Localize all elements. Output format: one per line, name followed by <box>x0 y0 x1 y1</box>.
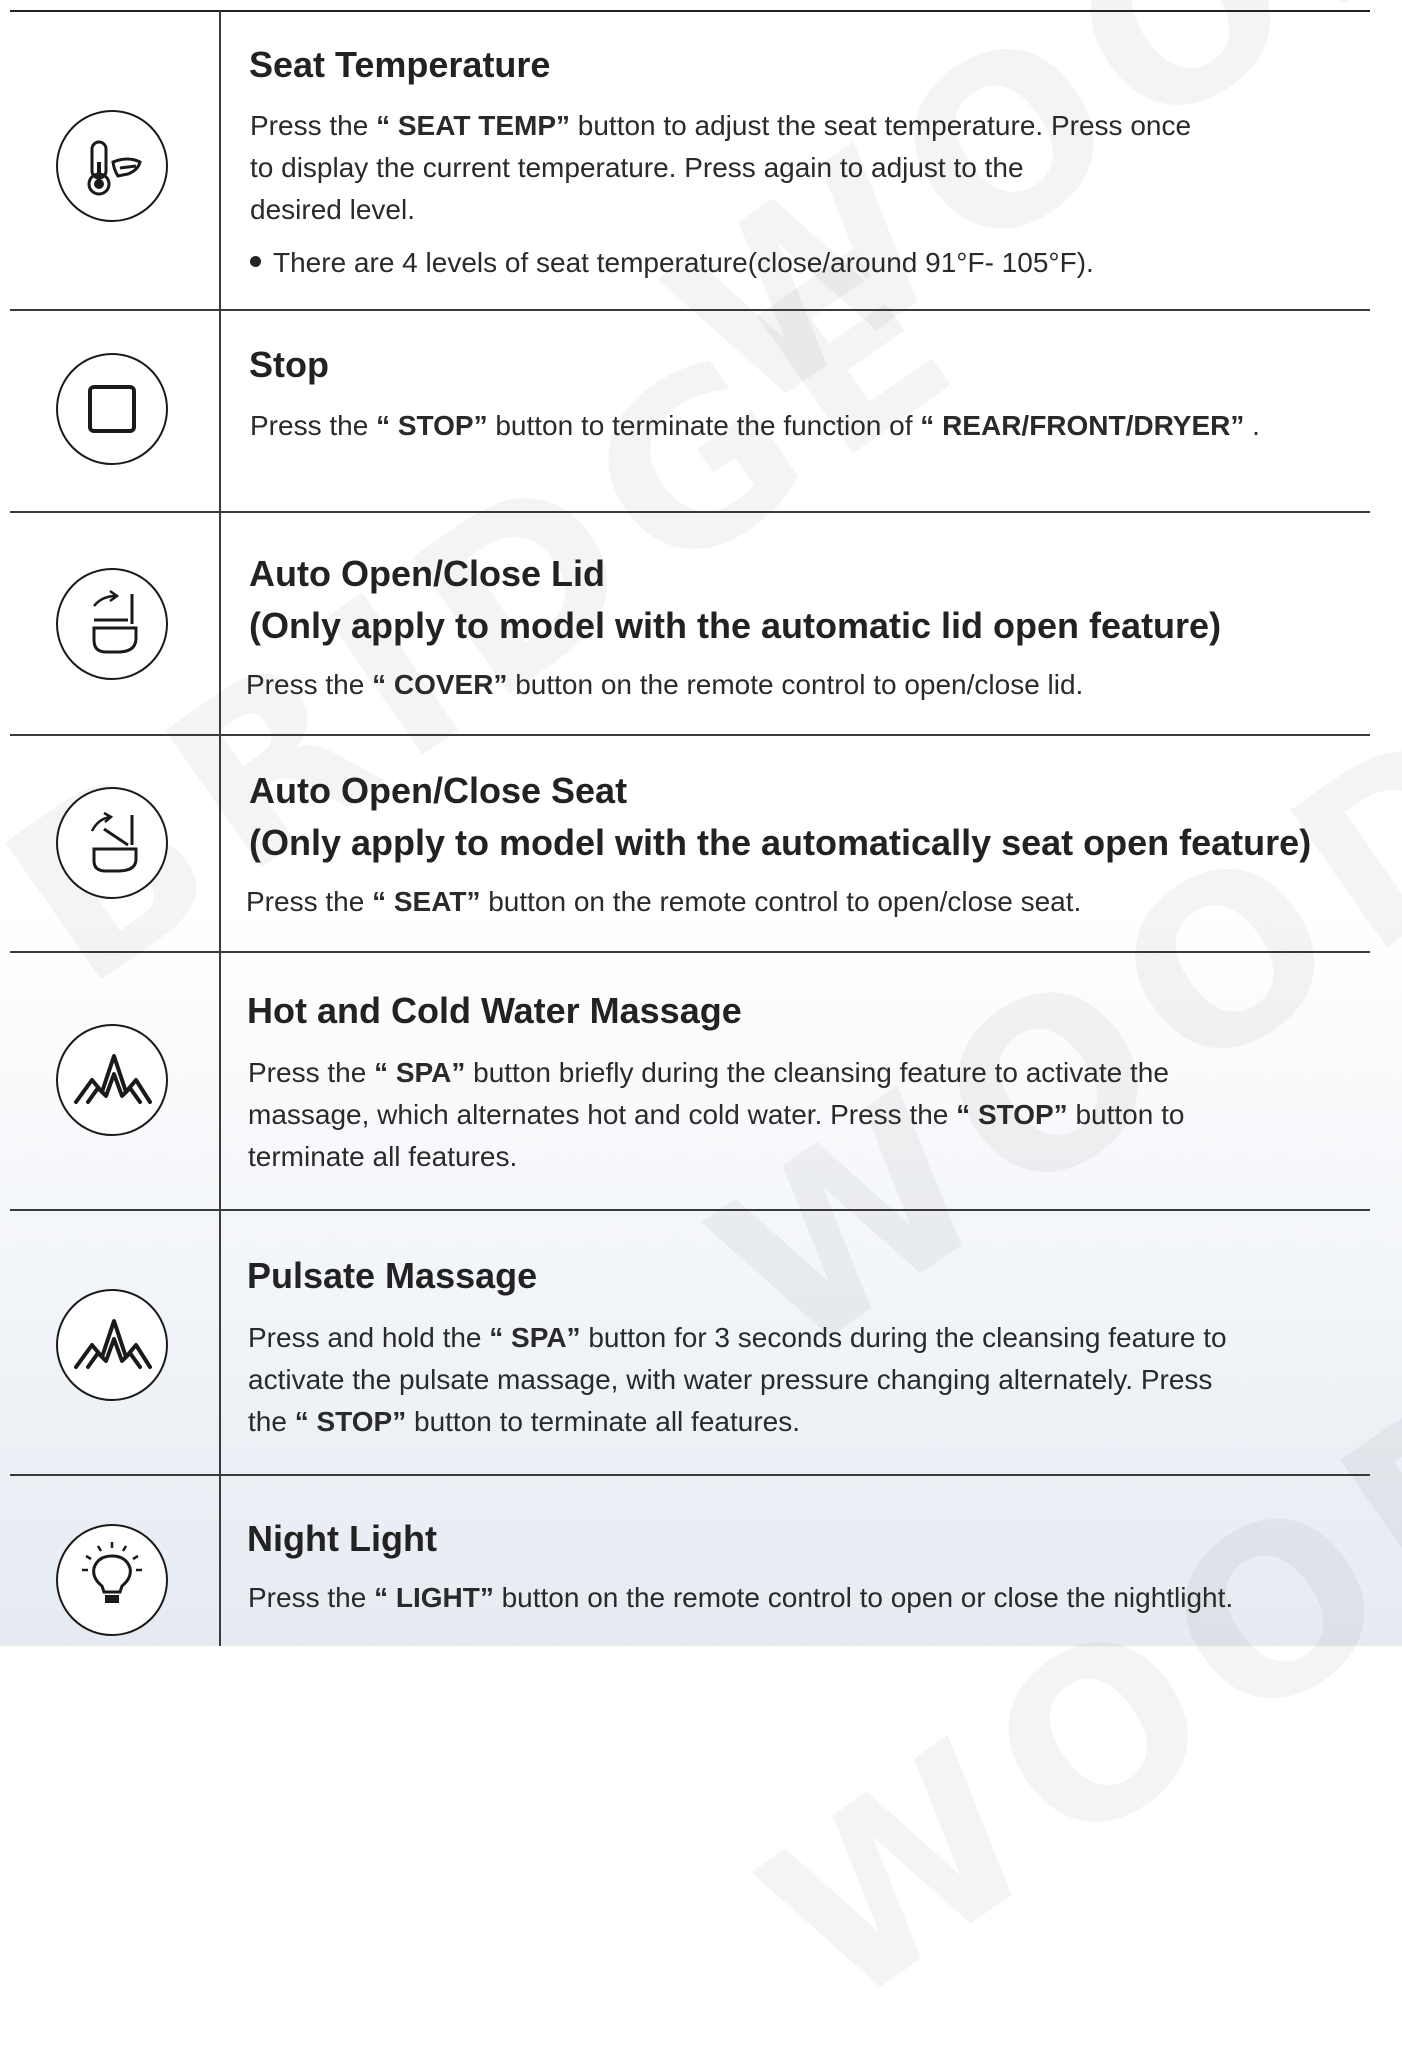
section-title: Auto Open/Close Seat <box>249 770 628 811</box>
bullet-item: There are 4 levels of seat temperature(c… <box>250 247 1094 279</box>
table-column-divider <box>219 11 221 1646</box>
watermark: WOOD <box>626 0 1402 465</box>
section-title: Hot and Cold Water Massage <box>247 990 742 1031</box>
light-bulb-icon <box>56 1524 168 1636</box>
section-body: Press the “ LIGHT” button on the remote … <box>248 1577 1233 1619</box>
section-body: Press the “ SPA” button briefly during t… <box>248 1052 1184 1178</box>
row-divider <box>10 1474 1370 1476</box>
body-line: Press the “ COVER” button on the remote … <box>246 669 1084 700</box>
row-divider <box>10 309 1370 311</box>
table-border-top <box>10 10 1370 12</box>
thermometer-seat-icon <box>56 110 168 222</box>
row-divider <box>10 951 1370 953</box>
body-line: Press and hold the “ SPA” button for 3 s… <box>248 1322 1227 1353</box>
body-line: Press the “ LIGHT” button on the remote … <box>248 1582 1234 1613</box>
body-line: Press the “ STOP” button to terminate th… <box>250 410 1260 441</box>
body-line: desired level. <box>250 194 415 225</box>
spa-massage-icon <box>56 1289 168 1401</box>
section-subtitle: (Only apply to model with the automatic … <box>249 605 1222 646</box>
row-divider <box>10 511 1370 513</box>
body-line: massage, which alternates hot and cold w… <box>248 1099 1185 1130</box>
section-title: Night Light <box>247 1518 437 1559</box>
section-subtitle: (Only apply to model with the automatica… <box>249 822 1312 863</box>
row-divider <box>10 734 1370 736</box>
section-title: Stop <box>249 344 329 385</box>
section-body: Press the “ SEAT” button on the remote c… <box>246 881 1081 923</box>
bullet-dot-icon <box>250 256 261 268</box>
section-title: Pulsate Massage <box>247 1255 538 1296</box>
section-title: Seat Temperature <box>249 44 551 85</box>
body-line: Press the “ SPA” button briefly during t… <box>248 1057 1169 1088</box>
body-line: activate the pulsate massage, with water… <box>248 1364 1213 1395</box>
row-divider <box>10 1209 1370 1211</box>
section-body: Press the “ STOP” button to terminate th… <box>250 405 1260 447</box>
body-line: terminate all features. <box>248 1141 518 1172</box>
stop-square-icon <box>56 353 168 465</box>
body-line: the “ STOP” button to terminate all feat… <box>248 1406 800 1437</box>
body-line: Press the “ SEAT TEMP” button to adjust … <box>250 110 1192 141</box>
spa-massage-icon <box>56 1024 168 1136</box>
body-line: Press the “ SEAT” button on the remote c… <box>246 886 1082 917</box>
section-body: Press and hold the “ SPA” button for 3 s… <box>248 1317 1227 1443</box>
seat-open-close-icon <box>56 787 168 899</box>
section-body: Press the “ SEAT TEMP” button to adjust … <box>250 105 1191 231</box>
section-body: Press the “ COVER” button on the remote … <box>246 664 1083 706</box>
section-title: Auto Open/Close Lid <box>249 553 605 594</box>
body-line: to display the current temperature. Pres… <box>250 152 1024 183</box>
lid-open-close-icon <box>56 568 168 680</box>
